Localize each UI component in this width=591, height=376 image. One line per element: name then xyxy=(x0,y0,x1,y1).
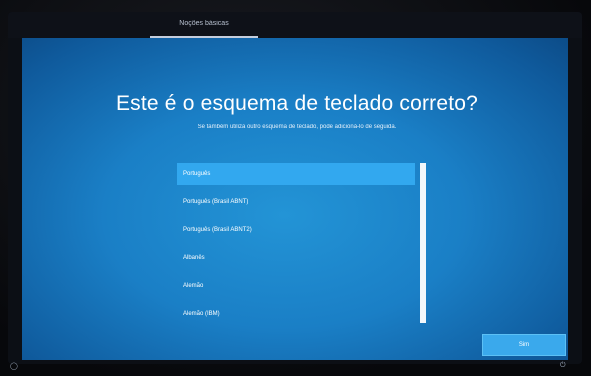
keyboard-layout-list[interactable]: Português Português (Brasil ABNT) Portug… xyxy=(177,163,427,333)
device-frame: Noções básicas Este é o esquema de tecla… xyxy=(0,0,591,376)
list-item-portugues-brasil-abnt2[interactable]: Português (Brasil ABNT2) xyxy=(177,219,415,241)
list-scrollbar[interactable] xyxy=(420,163,426,323)
list-item-alemao-ibm[interactable]: Alemão (IBM) xyxy=(177,303,415,325)
tab-basics[interactable]: Noções básicas xyxy=(150,17,258,38)
accessibility-icon[interactable]: ◯ xyxy=(10,363,18,371)
scrollbar-thumb[interactable] xyxy=(420,163,426,323)
list-item-portugues[interactable]: Português xyxy=(177,163,415,185)
page-subtitle: Se também utiliza outro esquema de tecla… xyxy=(197,124,397,130)
setup-panel: Este é o esquema de teclado correto? Se … xyxy=(22,38,568,360)
yes-button[interactable]: Sim xyxy=(482,334,566,356)
screen: Noções básicas Este é o esquema de tecla… xyxy=(8,12,582,364)
power-icon[interactable]: ⏻ xyxy=(560,362,568,370)
page-title: Este é o esquema de teclado correto? xyxy=(115,92,479,115)
bottom-bar xyxy=(8,360,582,364)
list-item-portugues-brasil-abnt[interactable]: Português (Brasil ABNT) xyxy=(177,191,415,213)
list-item-albanes[interactable]: Albanês xyxy=(177,247,415,269)
list-item-alemao[interactable]: Alemão xyxy=(177,275,415,297)
top-bar: Noções básicas xyxy=(8,12,582,38)
